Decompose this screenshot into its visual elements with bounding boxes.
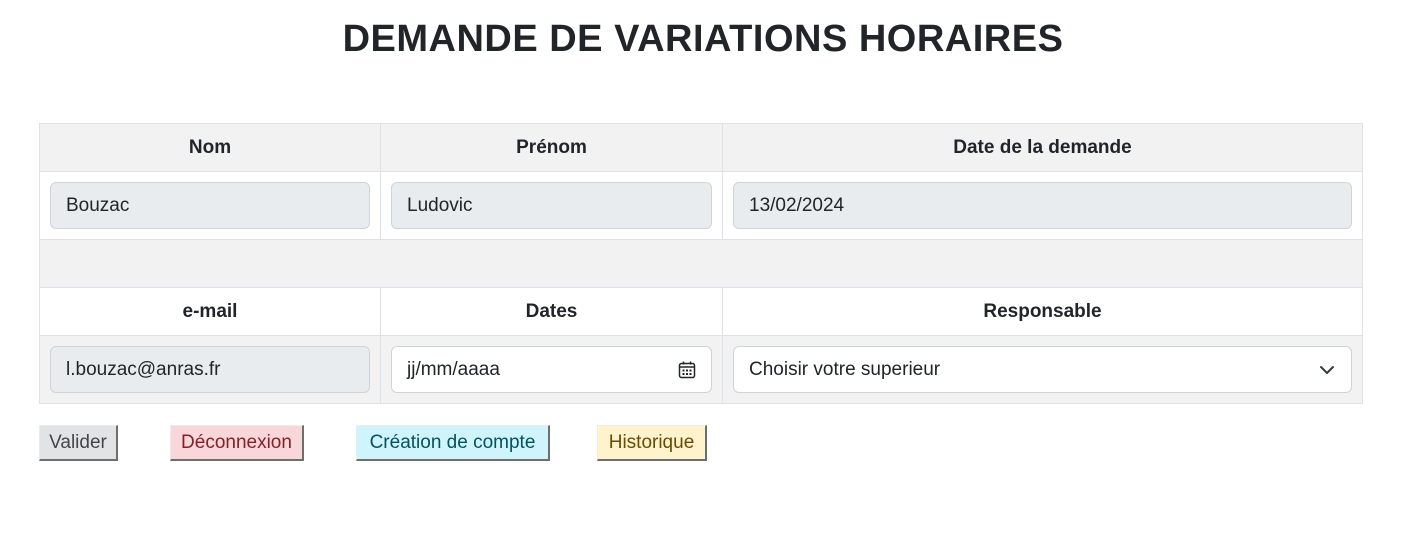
calendar-icon[interactable] (676, 359, 698, 381)
nom-value: Bouzac (66, 194, 130, 216)
prenom-header: Prénom (380, 123, 723, 172)
date-demande-header: Date de la demande (722, 123, 1363, 172)
date-demande-value: 13/02/2024 (749, 194, 845, 216)
dates-input[interactable]: jj/mm/aaaa (391, 346, 712, 393)
responsable-selected-value: Choisir votre superieur (749, 358, 941, 380)
nom-header: Nom (39, 123, 381, 172)
dates-placeholder: jj/mm/aaaa (407, 358, 500, 380)
valider-button[interactable]: Valider (39, 425, 118, 461)
date-demande-field[interactable]: 13/02/2024 (733, 182, 1352, 229)
input-row-request: l.bouzac@anras.fr jj/mm/aaaa Choisir vot… (39, 335, 1363, 404)
responsable-header: Responsable (722, 287, 1363, 336)
email-value: l.bouzac@anras.fr (66, 358, 221, 380)
request-form-table: Nom Prénom Date de la demande Bouzac Lud… (39, 123, 1363, 404)
header-row-request: e-mail Dates Responsable (39, 287, 1363, 336)
page-title: DEMANDE DE VARIATIONS HORAIRES (342, 18, 1064, 60)
spacer-row (39, 239, 1363, 288)
input-row-identity: Bouzac Ludovic 13/02/2024 (39, 171, 1363, 240)
prenom-value: Ludovic (407, 194, 473, 216)
dates-header: Dates (380, 287, 723, 336)
creation-compte-button[interactable]: Création de compte (356, 425, 550, 461)
nom-field[interactable]: Bouzac (50, 182, 370, 229)
prenom-field[interactable]: Ludovic (391, 182, 712, 229)
header-row-identity: Nom Prénom Date de la demande (39, 123, 1363, 172)
deconnexion-button[interactable]: Déconnexion (170, 425, 304, 461)
historique-button[interactable]: Historique (597, 425, 707, 461)
email-field[interactable]: l.bouzac@anras.fr (50, 346, 370, 393)
chevron-down-icon (1316, 359, 1338, 381)
email-header: e-mail (39, 287, 381, 336)
responsable-select[interactable]: Choisir votre superieur (733, 346, 1352, 393)
